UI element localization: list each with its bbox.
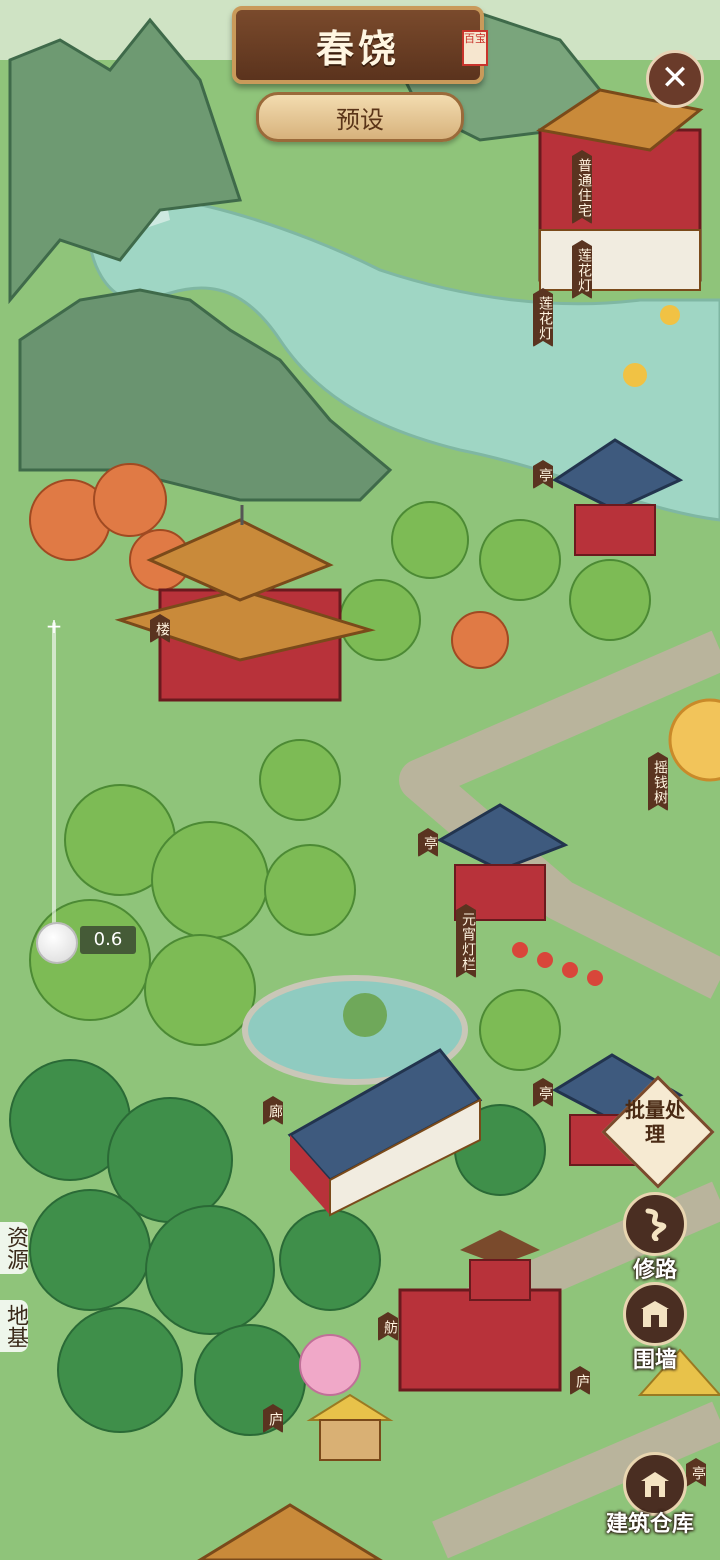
map-scene[interactable]	[0, 0, 720, 1560]
wall-icon	[623, 1282, 687, 1346]
resources-tab[interactable]: 资源	[0, 1222, 28, 1274]
road-icon	[623, 1192, 687, 1256]
close-button[interactable]: ✕	[646, 50, 704, 108]
pond-island-tree	[343, 993, 387, 1037]
title-seal: 百宝	[462, 30, 488, 66]
tag-residence[interactable]: 普通住宅	[572, 150, 592, 224]
wall-label: 围墙	[632, 1348, 677, 1373]
zoom-in-icon[interactable]: +	[44, 616, 64, 637]
title-banner: 春饶	[232, 6, 484, 84]
wall-button[interactable]: 围墙	[615, 1282, 695, 1374]
zoom-slider-track[interactable]	[52, 622, 56, 942]
tag-lotus-lantern-1[interactable]: 莲花灯	[572, 240, 592, 299]
close-icon: ✕	[660, 58, 690, 98]
tag-money-tree[interactable]: 摇钱树	[648, 752, 668, 811]
tag-lantern-rack[interactable]: 元宵灯栏	[456, 904, 476, 978]
preset-button[interactable]: 预设	[256, 92, 464, 142]
zoom-value: 0.6	[80, 926, 136, 954]
foundation-tab[interactable]: 地基	[0, 1300, 28, 1352]
road-button[interactable]: 修路	[615, 1192, 695, 1284]
road-label: 修路	[632, 1258, 677, 1283]
zoom-slider-handle[interactable]	[36, 922, 78, 964]
page-title: 春饶	[315, 26, 400, 71]
blossom-tree	[299, 1334, 361, 1396]
residence-building[interactable]	[536, 88, 704, 291]
storage-label: 建筑仓库	[606, 1512, 695, 1537]
batch-label: 批量处理	[625, 1098, 685, 1146]
tag-lotus-lantern-2[interactable]: 莲花灯	[533, 288, 553, 347]
